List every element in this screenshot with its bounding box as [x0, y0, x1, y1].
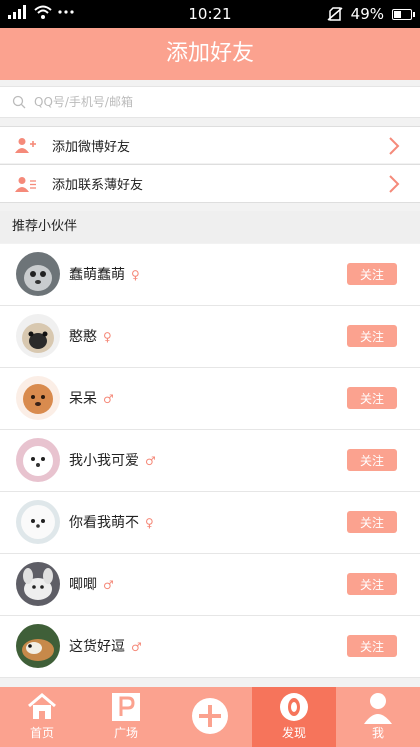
- list-item: 憨憨 ♀ 关注: [0, 306, 420, 368]
- avatar[interactable]: [16, 314, 60, 358]
- friend-list: 蠢萌蠢萌 ♀ 关注 憨憨 ♀ 关注 呆呆 ♂ 关注 我小我可爱 ♂ 关注 你看我萌不 ♀ …: [0, 244, 420, 678]
- search-icon: [12, 95, 26, 109]
- follow-button[interactable]: 关注: [347, 325, 397, 347]
- search-input[interactable]: [32, 94, 396, 110]
- chevron-right-icon: [389, 137, 400, 155]
- discover-icon: [280, 693, 308, 721]
- tab-add[interactable]: [168, 687, 252, 747]
- gender-icon: ♀: [145, 516, 154, 530]
- add-user-icon: [15, 138, 36, 153]
- list-item: 这货好逗 ♂ 关注: [0, 616, 420, 678]
- no-sim-icon: [327, 7, 343, 21]
- add-contacts-friends-label: 添加联系薄好友: [52, 178, 144, 193]
- profile-icon: [364, 693, 392, 724]
- add-contacts-friends-row[interactable]: 添加联系薄好友: [0, 164, 420, 203]
- follow-button[interactable]: 关注: [347, 573, 397, 595]
- avatar[interactable]: [16, 562, 60, 606]
- add-weibo-friends-label: 添加微博好友: [52, 139, 131, 155]
- avatar[interactable]: [16, 500, 60, 544]
- tab-me[interactable]: 我: [336, 687, 420, 747]
- avatar[interactable]: [16, 624, 60, 668]
- tab-bar: 首页 广场 发现 我: [0, 687, 420, 747]
- follow-button[interactable]: 关注: [347, 449, 397, 471]
- battery-icon: [392, 8, 415, 20]
- friend-name: 蠢萌蠢萌: [69, 267, 125, 283]
- list-item: 你看我萌不 ♀ 关注: [0, 492, 420, 554]
- list-item: 我小我可爱 ♂ 关注: [0, 430, 420, 492]
- battery-percent: 49%: [350, 5, 384, 23]
- tab-discover[interactable]: 发现: [252, 687, 336, 747]
- plus-icon: [192, 698, 228, 734]
- contacts-icon: [15, 176, 36, 192]
- tab-plaza-label: 广场: [113, 726, 138, 740]
- chevron-right-icon: [389, 175, 400, 193]
- tab-me-label: 我: [371, 726, 384, 740]
- follow-button[interactable]: 关注: [347, 387, 397, 409]
- page-title: 添加好友: [0, 28, 420, 80]
- friend-name: 我小我可爱: [69, 453, 139, 469]
- add-weibo-friends-row[interactable]: 添加微博好友: [0, 126, 420, 163]
- friend-name: 这货好逗: [69, 639, 125, 655]
- gender-icon: ♂: [103, 392, 114, 406]
- search-bar[interactable]: [0, 86, 420, 118]
- friend-name: 憨憨: [69, 329, 97, 345]
- gender-icon: ♂: [103, 578, 114, 592]
- tab-home[interactable]: 首页: [0, 687, 84, 747]
- list-item: 蠢萌蠢萌 ♀ 关注: [0, 244, 420, 306]
- gender-icon: ♀: [131, 268, 140, 282]
- recommended-section-title: 推荐小伙伴: [0, 211, 420, 243]
- status-bar: 10:21 49%: [0, 0, 420, 28]
- plaza-icon: [112, 693, 140, 721]
- follow-button[interactable]: 关注: [347, 263, 397, 285]
- gender-icon: ♂: [131, 640, 142, 654]
- home-icon: [28, 693, 56, 719]
- gender-icon: ♀: [103, 330, 112, 344]
- friend-name: 你看我萌不: [69, 515, 139, 531]
- tab-plaza[interactable]: 广场: [84, 687, 168, 747]
- avatar[interactable]: [16, 252, 60, 296]
- friend-name: 呆呆: [69, 391, 97, 407]
- gender-icon: ♂: [145, 454, 156, 468]
- list-item: 唧唧 ♂ 关注: [0, 554, 420, 616]
- follow-button[interactable]: 关注: [347, 511, 397, 533]
- avatar[interactable]: [16, 438, 60, 482]
- avatar[interactable]: [16, 376, 60, 420]
- tab-home-label: 首页: [29, 726, 54, 740]
- follow-button[interactable]: 关注: [347, 635, 397, 657]
- friend-name: 唧唧: [69, 577, 97, 593]
- tab-discover-label: 发现: [281, 726, 306, 740]
- list-item: 呆呆 ♂ 关注: [0, 368, 420, 430]
